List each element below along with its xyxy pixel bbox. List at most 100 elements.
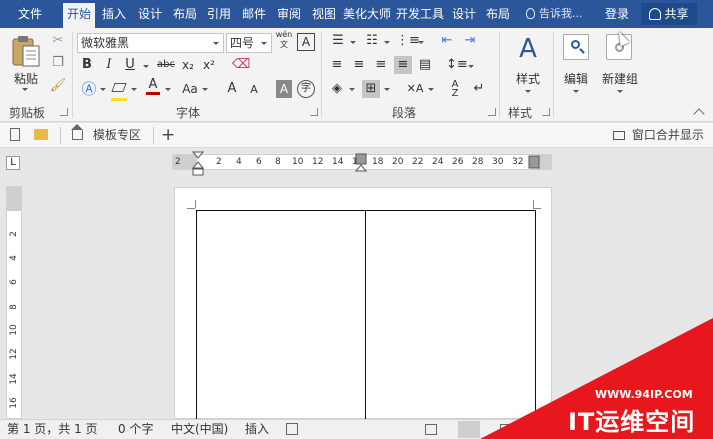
- numbering-icon[interactable]: ☷: [362, 32, 382, 50]
- align-right-icon[interactable]: ≡: [372, 56, 390, 74]
- new-document-icon[interactable]: [10, 123, 20, 148]
- chevron-down-icon[interactable]: [143, 65, 149, 68]
- strikethrough-button[interactable]: abc: [155, 56, 177, 74]
- borders-icon[interactable]: ⊞: [362, 80, 380, 98]
- superscript-button[interactable]: x²: [201, 56, 217, 74]
- chevron-down-icon[interactable]: [131, 88, 137, 91]
- lightbulb-icon: [526, 8, 535, 19]
- justify-icon[interactable]: ≡: [394, 56, 412, 74]
- tab-view[interactable]: 视图: [308, 0, 340, 28]
- styles-group-label: 样式: [508, 106, 533, 120]
- distribute-icon[interactable]: ▤: [416, 56, 434, 74]
- tab-home[interactable]: 开始: [63, 3, 95, 28]
- char-shading-button[interactable]: A: [276, 80, 292, 98]
- tab-table-layout[interactable]: 布局: [482, 0, 514, 28]
- print-layout-icon[interactable]: [458, 421, 480, 438]
- align-left-icon[interactable]: ≡: [328, 56, 346, 74]
- login-link[interactable]: 登录: [605, 0, 629, 28]
- tab-table-design[interactable]: 设计: [448, 0, 480, 28]
- increase-indent-icon[interactable]: ⇥: [460, 32, 480, 50]
- line-spacing-icon[interactable]: ↕≡: [446, 56, 468, 74]
- chevron-down-icon[interactable]: [428, 88, 434, 91]
- format-painter-icon[interactable]: 🖌: [49, 77, 67, 95]
- open-folder-icon[interactable]: [34, 123, 48, 148]
- phonetic-guide-icon[interactable]: wén 文: [275, 30, 293, 50]
- add-tab-button[interactable]: +: [161, 123, 175, 148]
- window-icon: [613, 131, 625, 140]
- clipboard-launcher-icon[interactable]: [60, 108, 68, 116]
- word-count[interactable]: 0 个字: [118, 420, 153, 439]
- table-column-divider: [365, 210, 366, 420]
- tab-beautify-master[interactable]: 美化大师: [342, 0, 392, 28]
- styles-launcher-icon[interactable]: [542, 108, 550, 116]
- ruler-tick: 14: [9, 373, 19, 385]
- chevron-down-icon[interactable]: [349, 88, 355, 91]
- grow-font-button[interactable]: A: [224, 80, 240, 98]
- font-size-select[interactable]: 四号: [226, 33, 272, 53]
- enclose-char-icon[interactable]: 字: [297, 80, 315, 98]
- tab-layout[interactable]: 布局: [169, 0, 201, 28]
- paste-button[interactable]: 粘贴: [8, 32, 44, 92]
- tab-review[interactable]: 审阅: [273, 0, 305, 28]
- tab-references[interactable]: 引用: [203, 0, 235, 28]
- language-indicator[interactable]: 中文(中国): [171, 420, 228, 439]
- chevron-down-icon[interactable]: [468, 65, 474, 68]
- macro-icon[interactable]: [286, 423, 298, 435]
- tab-mailings[interactable]: 邮件: [238, 0, 270, 28]
- template-zone-tab[interactable]: 模板专区: [71, 123, 141, 148]
- merge-windows-button[interactable]: 窗口合并显示: [613, 123, 704, 148]
- char-border-icon[interactable]: A: [297, 33, 315, 51]
- bold-button[interactable]: B: [79, 56, 95, 74]
- cut-icon[interactable]: ✂: [49, 32, 67, 50]
- tab-selector-button[interactable]: L: [6, 156, 20, 170]
- font-color-icon[interactable]: A: [145, 78, 161, 95]
- chevron-down-icon[interactable]: [418, 41, 424, 44]
- tab-design[interactable]: 设计: [134, 0, 166, 28]
- ruler-tick: 20: [392, 157, 404, 167]
- styles-button[interactable]: A 样式: [507, 32, 549, 96]
- collapse-ribbon-icon[interactable]: [693, 108, 705, 120]
- chevron-down-icon[interactable]: [384, 41, 390, 44]
- insert-mode[interactable]: 插入: [245, 420, 269, 439]
- tab-file[interactable]: 文件: [8, 0, 52, 28]
- vertical-ruler[interactable]: 2 4 6 8 10 12 14 16: [6, 186, 22, 419]
- chevron-down-icon[interactable]: [100, 88, 106, 91]
- underline-button[interactable]: U: [122, 56, 138, 74]
- tab-developer[interactable]: 开发工具: [395, 0, 445, 28]
- text-effects-icon[interactable]: Ⓐ: [80, 80, 98, 98]
- chevron-down-icon[interactable]: [202, 88, 208, 91]
- tab-insert[interactable]: 插入: [98, 0, 130, 28]
- chevron-down-icon[interactable]: [384, 88, 390, 91]
- multilevel-list-icon[interactable]: ⋮≡: [396, 32, 420, 50]
- font-name-select[interactable]: 微软雅黑: [77, 33, 224, 53]
- paste-label: 粘贴: [13, 72, 38, 86]
- chevron-down-icon[interactable]: [165, 88, 171, 91]
- italic-button[interactable]: I: [101, 56, 117, 74]
- decrease-indent-icon[interactable]: ⇤: [437, 32, 457, 50]
- chevron-down-icon: [573, 90, 579, 93]
- tell-me-search[interactable]: 告诉我...: [526, 0, 583, 28]
- right-column-marker-icon[interactable]: [528, 155, 540, 169]
- ruler-tick: 12: [9, 348, 19, 360]
- font-launcher-icon[interactable]: [310, 108, 318, 116]
- copy-icon[interactable]: ❐: [49, 54, 67, 72]
- indent-marker-icon[interactable]: [192, 151, 204, 177]
- read-mode-icon[interactable]: [425, 424, 437, 435]
- chevron-down-icon[interactable]: [350, 41, 356, 44]
- align-center-icon[interactable]: ≡: [350, 56, 368, 74]
- sort-icon[interactable]: AZ: [446, 80, 464, 99]
- page-count[interactable]: 第 1 页，共 1 页: [7, 420, 98, 439]
- share-button[interactable]: 共享: [641, 3, 697, 25]
- change-case-button[interactable]: Aa: [180, 80, 200, 98]
- highlight-icon[interactable]: [110, 80, 128, 101]
- shrink-font-button[interactable]: A: [246, 81, 262, 99]
- subscript-button[interactable]: x₂: [180, 56, 196, 74]
- editing-button[interactable]: 编辑: [559, 32, 593, 96]
- shading-icon[interactable]: ◈: [328, 80, 346, 98]
- column-marker-icon[interactable]: [355, 153, 367, 173]
- clear-formatting-icon[interactable]: ⌫: [232, 56, 250, 74]
- chinese-layout-icon[interactable]: ✕A: [404, 80, 426, 98]
- paragraph-launcher-icon[interactable]: [488, 108, 496, 116]
- show-marks-icon[interactable]: ↵: [470, 80, 488, 98]
- bullets-icon[interactable]: ☰: [328, 32, 348, 50]
